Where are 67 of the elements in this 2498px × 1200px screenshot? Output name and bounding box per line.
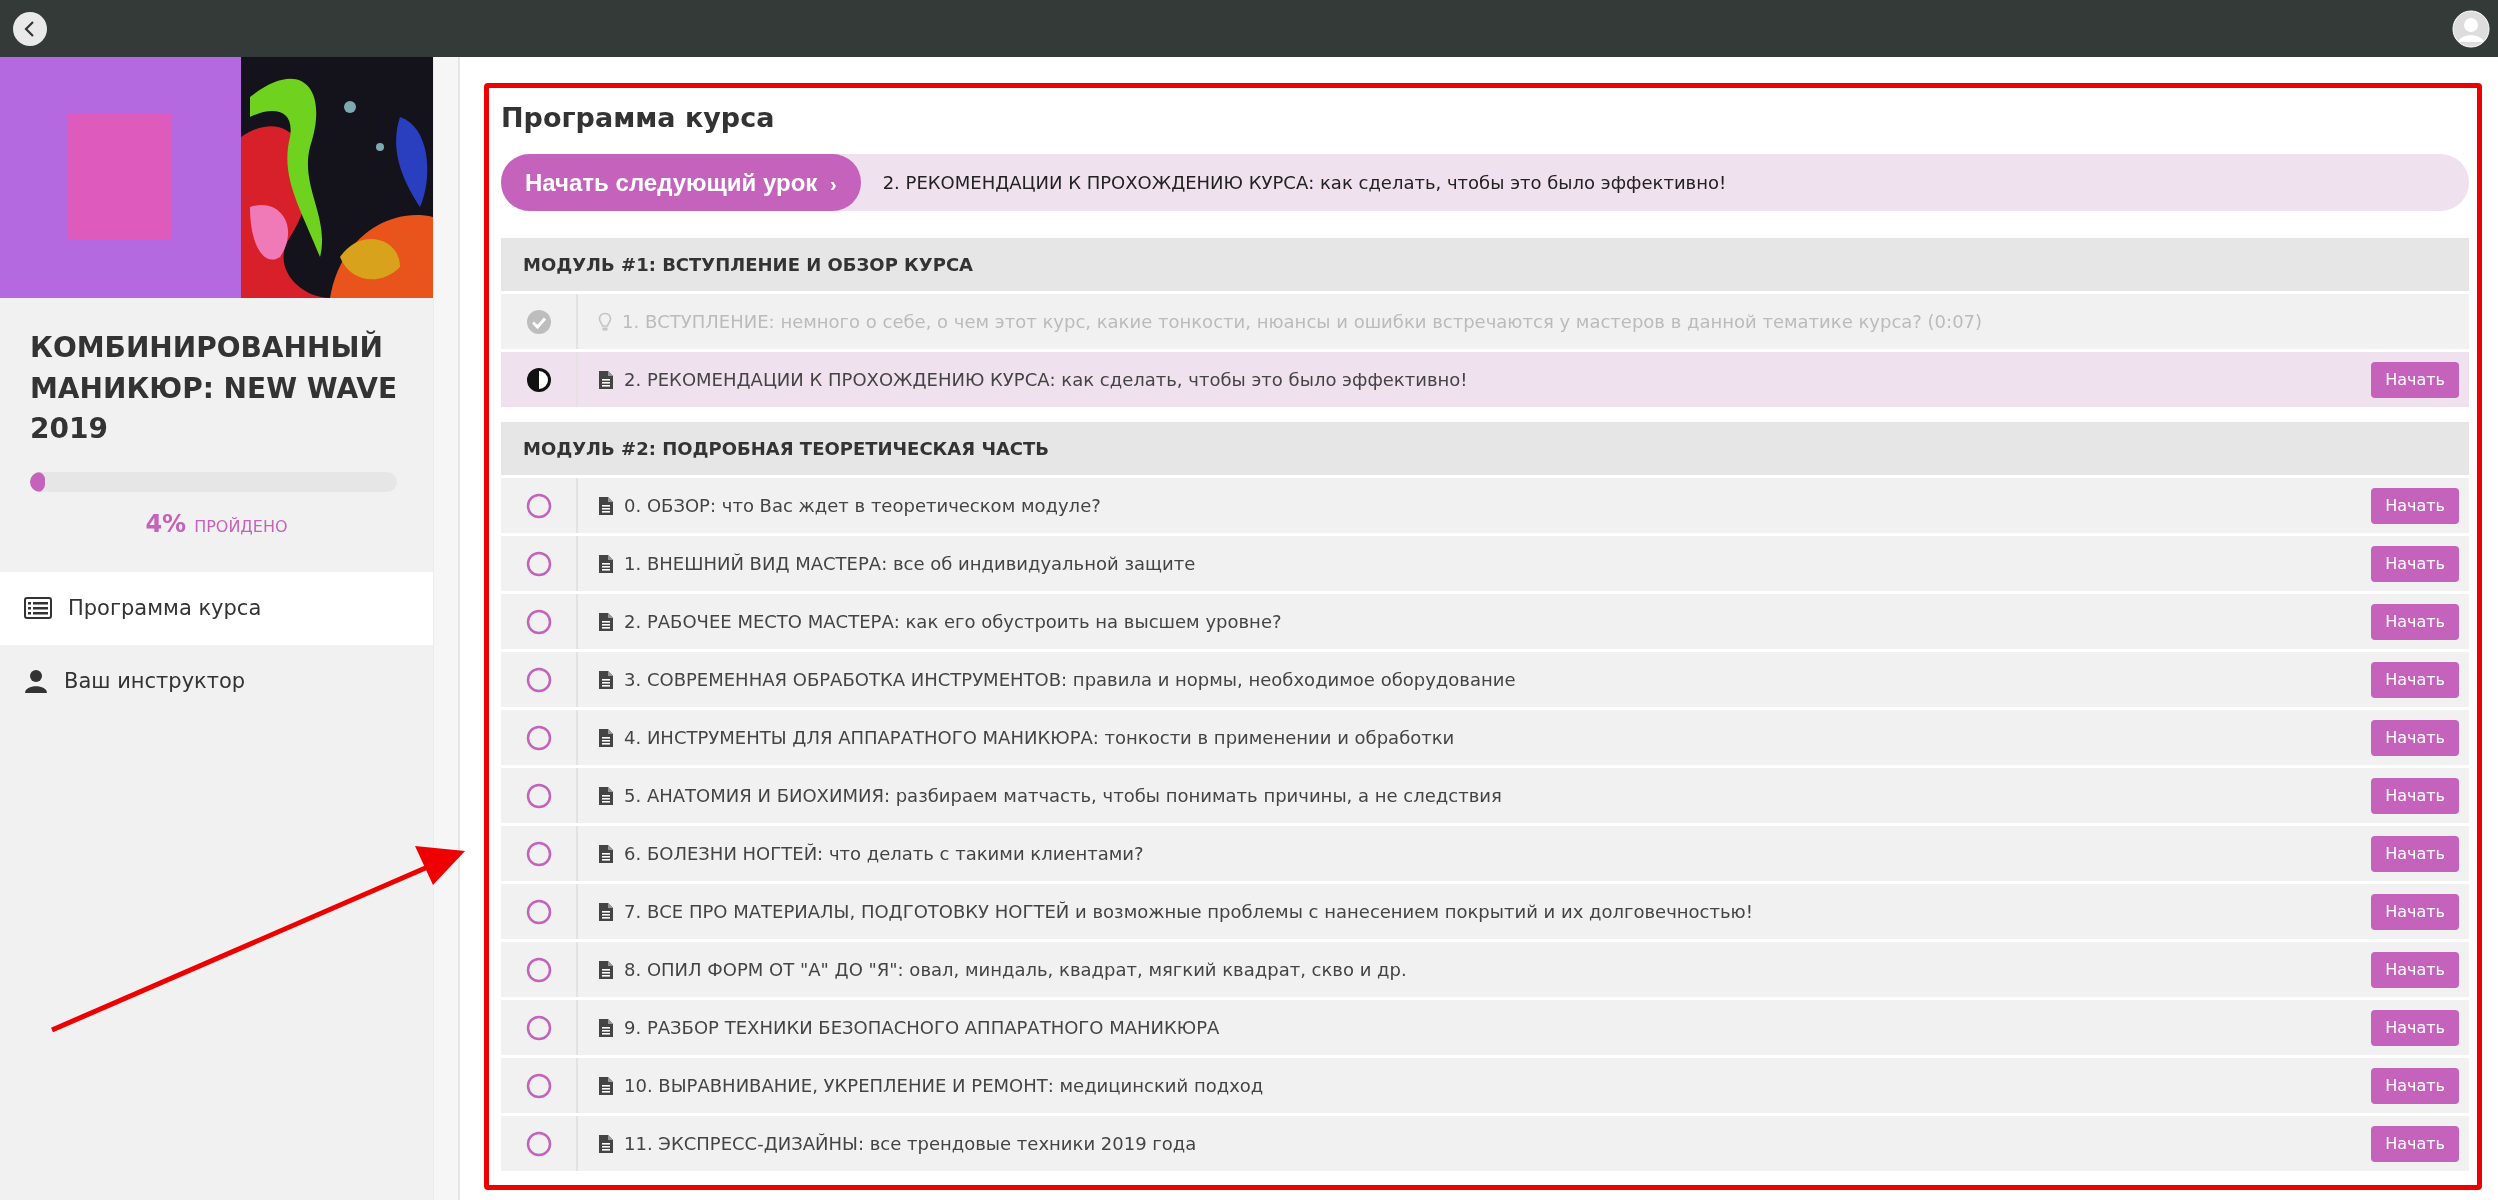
lesson-title: 1. ВНЕШНИЙ ВИД МАСТЕРА: все об индивидуальной защите xyxy=(624,552,1196,577)
document-icon xyxy=(598,669,614,690)
document-icon xyxy=(598,553,614,574)
module-header: МОДУЛЬ #2: ПОДРОБНАЯ ТЕОРЕТИЧЕСКАЯ ЧАСТЬ xyxy=(501,422,2469,476)
back-button[interactable] xyxy=(13,11,47,46)
document-icon xyxy=(598,1133,614,1154)
document-icon xyxy=(598,1075,614,1096)
start-button[interactable]: Начать xyxy=(2371,603,2459,640)
lesson-title: 2. РАБОЧЕЕ МЕСТО МАСТЕРА: как его обустроить на высшем уровне? xyxy=(624,610,1282,635)
lesson-row[interactable]: 2. РАБОЧЕЕ МЕСТО МАСТЕРА: как его обустроить на высшем уровне? Начать xyxy=(501,594,2469,650)
document-icon xyxy=(598,901,614,922)
sidebar-item[interactable]: Программа курса xyxy=(0,571,433,645)
document-icon xyxy=(598,1017,614,1038)
document-icon xyxy=(598,495,614,516)
lesson-row[interactable]: 5. АНАТОМИЯ И БИОХИМИЯ: разбираем матчасть, чтобы понимать причины, а не следствия Начать xyxy=(501,768,2469,824)
lesson-title: 7. ВСЕ ПРО МАТЕРИАЛЫ, ПОДГОТОВКУ НОГТЕЙ и возможные проблемы с нанесением покрытий и их долговечностью! xyxy=(624,900,1753,925)
document-icon xyxy=(598,369,614,390)
next-lesson-title: 2. РЕКОМЕНДАЦИИ К ПРОХОЖДЕНИЮ КУРСА: как сделать, чтобы это было эффективно! xyxy=(882,171,1727,196)
avatar-icon[interactable] xyxy=(2452,9,2490,48)
start-button[interactable]: Начать xyxy=(2371,487,2459,524)
document-icon xyxy=(598,843,614,864)
next-lesson-button[interactable]: Начать следующий урок › xyxy=(501,154,861,212)
lesson-title: 6. БОЛЕЗНИ НОГТЕЙ: что делать с такими клиентами? xyxy=(624,842,1144,867)
lesson-row[interactable]: 8. ОПИЛ ФОРМ ОТ "А" ДО "Я": овал, миндаль, квадрат, мягкий квадрат, скво и др. Начать xyxy=(501,942,2469,998)
lesson-title: 0. ОБЗОР: что Вас ждет в теоретическом модуле? xyxy=(624,494,1101,519)
start-button[interactable]: Начать xyxy=(2371,545,2459,582)
page-title: Программа курса xyxy=(501,102,776,135)
start-button[interactable]: Начать xyxy=(2371,835,2459,872)
lesson-title: 10. ВЫРАВНИВАНИЕ, УКРЕПЛЕНИЕ И РЕМОНТ: медицинский подход xyxy=(624,1074,1264,1099)
document-icon xyxy=(598,785,614,806)
lesson-title: 5. АНАТОМИЯ И БИОХИМИЯ: разбираем матчасть, чтобы понимать причины, а не следствия xyxy=(624,784,1502,809)
start-button[interactable]: Начать xyxy=(2371,1009,2459,1046)
document-icon xyxy=(598,727,614,748)
module-header: МОДУЛЬ #1: ВСТУПЛЕНИЕ И ОБЗОР КУРСА xyxy=(501,238,2469,292)
back-icon xyxy=(23,19,37,38)
progress-label: ПРОЙДЕНО xyxy=(194,515,288,538)
lesson-row[interactable]: 9. РАЗБОР ТЕХНИКИ БЕЗОПАСНОГО АППАРАТНОГО МАНИКЮРА Начать xyxy=(501,1000,2469,1056)
start-button[interactable]: Начать xyxy=(2371,719,2459,756)
start-button[interactable]: Начать xyxy=(2371,951,2459,988)
start-button[interactable]: Начать xyxy=(2371,661,2459,698)
lesson-row[interactable]: 4. ИНСТРУМЕНТЫ ДЛЯ АППАРАТНОГО МАНИКЮРА: тонкости в применении и обработки Начать xyxy=(501,710,2469,766)
lesson-row[interactable]: 1. ВНЕШНИЙ ВИД МАСТЕРА: все об индивидуальной защите Начать xyxy=(501,536,2469,592)
course-title: КОМБИНИРОВАННЫЙ МАНИКЮР: NEW WAVE 2019 xyxy=(29,329,398,448)
lesson-title: 8. ОПИЛ ФОРМ ОТ "А" ДО "Я": овал, миндаль, квадрат, мягкий квадрат, скво и др. xyxy=(624,958,1407,983)
lesson-title: 9. РАЗБОР ТЕХНИКИ БЕЗОПАСНОГО АППАРАТНОГО МАНИКЮРА xyxy=(624,1016,1220,1041)
start-button[interactable]: Начать xyxy=(2371,777,2459,814)
lesson-row[interactable]: 6. БОЛЕЗНИ НОГТЕЙ: что делать с такими клиентами? Начать xyxy=(501,826,2469,882)
progress-percent: 4% xyxy=(145,508,187,540)
start-button[interactable]: Начать xyxy=(2371,361,2459,398)
start-button[interactable]: Начать xyxy=(2371,1125,2459,1162)
start-button[interactable]: Начать xyxy=(2371,893,2459,930)
lesson-title: 4. ИНСТРУМЕНТЫ ДЛЯ АППАРАТНОГО МАНИКЮРА: тонкости в применении и обработки xyxy=(624,726,1455,751)
lesson-row[interactable]: 0. ОБЗОР: что Вас ждет в теоретическом модуле? Начать xyxy=(501,478,2469,534)
lightbulb-icon xyxy=(598,311,612,332)
lesson-title: 2. РЕКОМЕНДАЦИИ К ПРОХОЖДЕНИЮ КУРСА: как сделать, чтобы это было эффективно! xyxy=(624,368,1468,393)
lesson-row[interactable]: 3. СОВРЕМЕННАЯ ОБРАБОТКА ИНСТРУМЕНТОВ: правила и нормы, необходимое оборудование Начать xyxy=(501,652,2469,708)
lesson-title: 3. СОВРЕМЕННАЯ ОБРАБОТКА ИНСТРУМЕНТОВ: правила и нормы, необходимое оборудование xyxy=(624,668,1516,693)
start-button[interactable]: Начать xyxy=(2371,1067,2459,1104)
lesson-row[interactable]: 7. ВСЕ ПРО МАТЕРИАЛЫ, ПОДГОТОВКУ НОГТЕЙ и возможные проблемы с нанесением покрытий и их долговечностью! Начать xyxy=(501,884,2469,940)
list-icon xyxy=(24,597,52,620)
document-icon xyxy=(598,611,614,632)
lesson-title: 11. ЭКСПРЕСС-ДИЗАЙНЫ: все трендовые техники 2019 года xyxy=(624,1132,1197,1157)
document-icon xyxy=(598,959,614,980)
lesson-row[interactable]: 10. ВЫРАВНИВАНИЕ, УКРЕПЛЕНИЕ И РЕМОНТ: медицинский подход Начать xyxy=(501,1058,2469,1114)
lesson-row[interactable]: 2. РЕКОМЕНДАЦИИ К ПРОХОЖДЕНИЮ КУРСА: как сделать, чтобы это было эффективно! Начать xyxy=(501,352,2469,408)
lesson-row[interactable]: 11. ЭКСПРЕСС-ДИЗАЙНЫ: все трендовые техники 2019 года Начать xyxy=(501,1116,2469,1172)
person-icon xyxy=(24,669,48,694)
